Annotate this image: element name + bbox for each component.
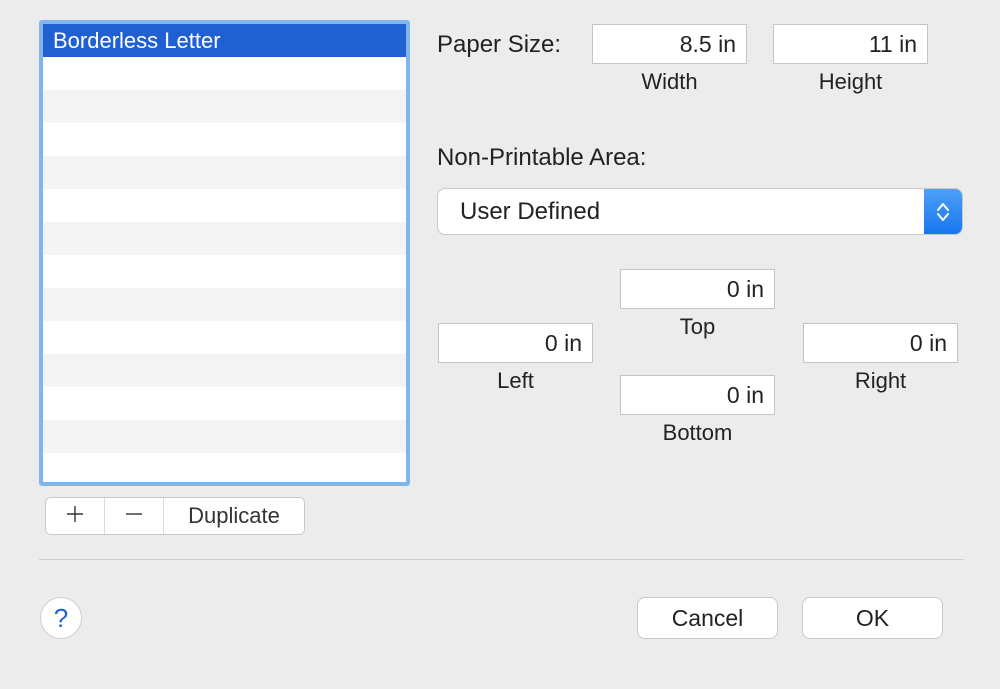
help-icon: ?: [54, 603, 68, 634]
list-item-empty: [43, 222, 406, 255]
list-item-empty: [43, 453, 406, 486]
margin-left-input[interactable]: 0 in: [438, 323, 593, 363]
list-item-empty: [43, 354, 406, 387]
margin-top-input[interactable]: 0 in: [620, 269, 775, 309]
margin-bottom-value: 0 in: [727, 382, 764, 408]
duplicate-button-label: Duplicate: [188, 503, 280, 529]
list-item-empty: [43, 123, 406, 156]
paper-height-sublabel: Height: [773, 69, 928, 95]
margin-left-value: 0 in: [545, 330, 582, 356]
cancel-button-label: Cancel: [672, 605, 744, 631]
margin-bottom-input[interactable]: 0 in: [620, 375, 775, 415]
list-item-empty: [43, 387, 406, 420]
paper-width-value: 8.5 in: [680, 31, 736, 57]
non-printable-select-value: User Defined: [438, 198, 924, 226]
paper-height-input[interactable]: 11 in: [773, 24, 928, 64]
minus-icon: [125, 502, 143, 530]
remove-button[interactable]: [105, 498, 164, 534]
margin-right-sublabel: Right: [803, 368, 958, 394]
paper-width-input[interactable]: 8.5 in: [592, 24, 747, 64]
paper-width-sublabel: Width: [592, 69, 747, 95]
non-printable-label: Non-Printable Area:: [437, 144, 646, 172]
plus-icon: [66, 502, 84, 530]
ok-button-label: OK: [856, 605, 889, 631]
margin-left-sublabel: Left: [438, 368, 593, 394]
list-item-empty: [43, 288, 406, 321]
margin-right-input[interactable]: 0 in: [803, 323, 958, 363]
list-item-empty: [43, 156, 406, 189]
margin-top-value: 0 in: [727, 276, 764, 302]
list-item-empty: [43, 57, 406, 90]
margin-right-value: 0 in: [910, 330, 947, 356]
ok-button[interactable]: OK: [802, 597, 943, 639]
divider: [39, 559, 964, 560]
margin-top-sublabel: Top: [620, 314, 775, 340]
list-toolbar: Duplicate: [45, 497, 305, 535]
list-item-empty: [43, 189, 406, 222]
list-item-label: Borderless Letter: [53, 28, 221, 53]
cancel-button[interactable]: Cancel: [637, 597, 778, 639]
add-button[interactable]: [46, 498, 105, 534]
list-item-empty: [43, 90, 406, 123]
paper-height-value: 11 in: [869, 31, 917, 57]
paper-size-list[interactable]: Borderless Letter: [39, 20, 410, 486]
non-printable-select[interactable]: User Defined: [437, 188, 963, 235]
list-item-empty: [43, 255, 406, 288]
list-item[interactable]: Borderless Letter: [43, 24, 406, 57]
list-item-empty: [43, 420, 406, 453]
chevron-up-down-icon: [924, 189, 962, 234]
help-button[interactable]: ?: [40, 597, 82, 639]
margin-bottom-sublabel: Bottom: [620, 420, 775, 446]
paper-size-label: Paper Size:: [437, 31, 561, 59]
list-item-empty: [43, 321, 406, 354]
duplicate-button[interactable]: Duplicate: [164, 498, 304, 534]
